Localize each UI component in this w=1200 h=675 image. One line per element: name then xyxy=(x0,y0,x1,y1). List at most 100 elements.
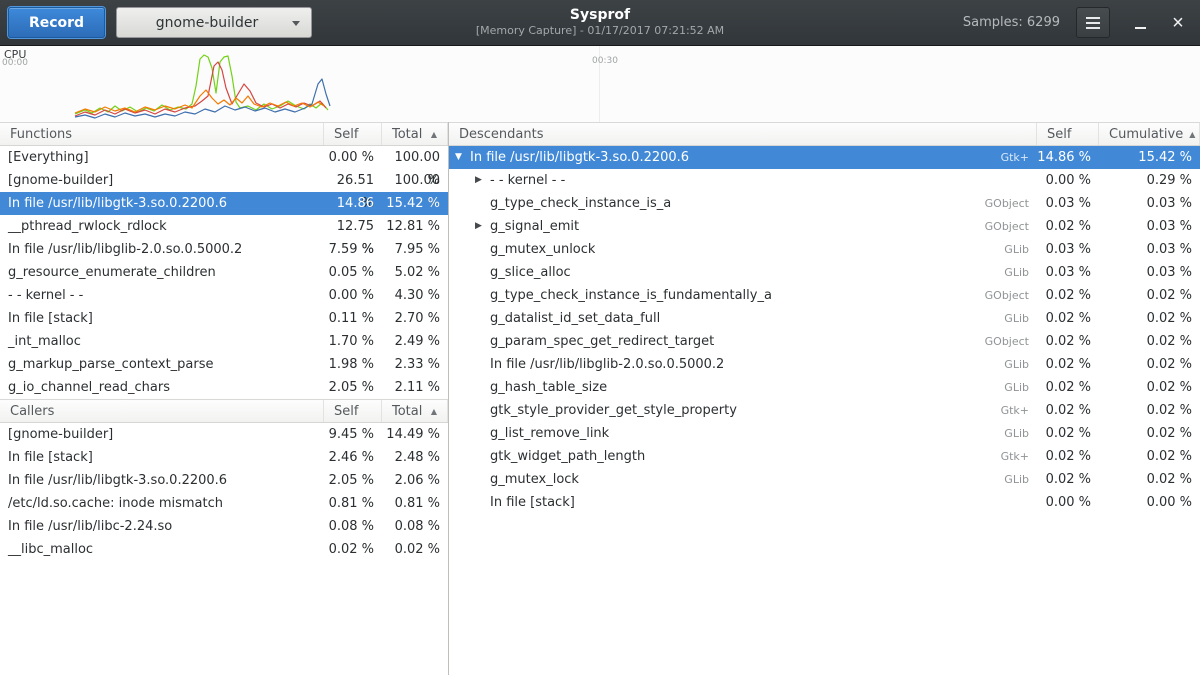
descendants-row[interactable]: gtk_style_provider_get_style_propertyGtk… xyxy=(449,399,1200,422)
callers-row[interactable]: In file /usr/lib/libc-2.24.so0.08 %0.08 … xyxy=(0,515,448,538)
callers-row[interactable]: /etc/ld.so.cache: inode mismatch0.81 %0.… xyxy=(0,492,448,515)
close-icon: × xyxy=(1172,13,1184,33)
functions-row[interactable]: g_io_channel_read_chars2.05 %2.11 % xyxy=(0,376,448,399)
headerbar: Record gnome-builder Sysprof [Memory Cap… xyxy=(0,0,1200,46)
library-badge: GLib xyxy=(994,238,1029,261)
column-header-self[interactable]: Self xyxy=(324,400,382,422)
self-percent: 14.86 % xyxy=(1037,146,1099,169)
functions-row[interactable]: __pthread_rwlock_rdlock12.75 %12.81 % xyxy=(0,215,448,238)
column-header-total[interactable]: Total ▲ xyxy=(382,400,448,422)
right-pane: Descendants Self Cumulative ▲ ▼In file /… xyxy=(449,122,1200,675)
callers-table-header: Callers Self Total ▲ xyxy=(0,399,448,423)
minimize-icon xyxy=(1135,27,1146,29)
close-button[interactable]: × xyxy=(1164,8,1192,38)
total-percent: 2.48 % xyxy=(382,446,448,469)
descendants-row[interactable]: g_mutex_unlockGLib0.03 %0.03 % xyxy=(449,238,1200,261)
cumulative-percent: 0.02 % xyxy=(1099,376,1200,399)
minimize-button[interactable] xyxy=(1126,8,1154,38)
descendants-row[interactable]: In file [stack]0.00 %0.00 % xyxy=(449,491,1200,514)
descendant-name-cell: g_mutex_unlockGLib xyxy=(449,238,1037,261)
functions-row[interactable]: _int_malloc1.70 %2.49 % xyxy=(0,330,448,353)
descendant-name-cell: g_mutex_lockGLib xyxy=(449,468,1037,491)
descendants-row[interactable]: g_param_spec_get_redirect_targetGObject 0… xyxy=(449,330,1200,353)
self-percent: 0.02 % xyxy=(1037,445,1099,468)
cpu-timeline[interactable]: CPU 00:00 00:30 xyxy=(0,46,1200,122)
time-label-mid: 00:30 xyxy=(592,56,618,66)
column-header-callers[interactable]: Callers xyxy=(0,400,324,422)
descendants-row[interactable]: ▼In file /usr/lib/libgtk-3.so.0.2200.6Gt… xyxy=(449,146,1200,169)
expander-closed-icon[interactable]: ▶ xyxy=(475,169,490,192)
library-badge: GLib xyxy=(994,376,1029,399)
total-percent: 14.49 % xyxy=(382,423,448,446)
descendant-name-cell: gtk_style_provider_get_style_propertyGtk… xyxy=(449,399,1037,422)
function-name: In file /usr/lib/libglib-2.0.so.0.5000.2 xyxy=(490,353,724,376)
descendant-name-cell: g_param_spec_get_redirect_targetGObject xyxy=(449,330,1037,353)
column-header-cumulative[interactable]: Cumulative ▲ xyxy=(1099,123,1200,145)
descendants-row[interactable]: ▶- - kernel - -0.00 %0.29 % xyxy=(449,169,1200,192)
expander-closed-icon[interactable]: ▶ xyxy=(475,215,490,238)
function-name: In file /usr/lib/libgtk-3.so.0.2200.6 xyxy=(0,469,324,492)
descendants-row[interactable]: g_type_check_instance_is_aGObject0.03 %0… xyxy=(449,192,1200,215)
profile-panes: Functions Self Total ▲ [Everything]0.00 … xyxy=(0,122,1200,675)
functions-row[interactable]: In file [stack]0.11 %2.70 % xyxy=(0,307,448,330)
function-name: g_resource_enumerate_children xyxy=(0,261,324,284)
self-percent: 9.45 % xyxy=(324,423,382,446)
cumulative-percent: 0.02 % xyxy=(1099,445,1200,468)
total-percent: 100.00 % xyxy=(382,146,448,169)
column-header-functions[interactable]: Functions xyxy=(0,123,324,145)
sort-indicator-icon: ▲ xyxy=(1189,130,1195,139)
total-percent: 2.06 % xyxy=(382,469,448,492)
descendant-name-cell: ▼In file /usr/lib/libgtk-3.so.0.2200.6Gt… xyxy=(449,146,1037,169)
self-percent: 0.00 % xyxy=(1037,169,1099,192)
cumulative-percent: 0.29 % xyxy=(1099,169,1200,192)
descendants-row[interactable]: g_slice_allocGLib0.03 %0.03 % xyxy=(449,261,1200,284)
functions-row[interactable]: - - kernel - -0.00 %4.30 % xyxy=(0,284,448,307)
column-header-total-label: Total xyxy=(392,127,422,142)
self-percent: 0.00 % xyxy=(324,284,382,307)
self-percent: 26.51 % xyxy=(324,169,382,192)
process-selector-dropdown[interactable]: gnome-builder xyxy=(116,7,312,38)
functions-row[interactable]: In file /usr/lib/libglib-2.0.so.0.5000.2… xyxy=(0,238,448,261)
functions-row[interactable]: [Everything]0.00 %100.00 % xyxy=(0,146,448,169)
descendants-row[interactable]: g_list_remove_linkGLib0.02 %0.02 % xyxy=(449,422,1200,445)
total-percent: 2.49 % xyxy=(382,330,448,353)
descendants-row[interactable]: In file /usr/lib/libglib-2.0.so.0.5000.2… xyxy=(449,353,1200,376)
self-percent: 0.02 % xyxy=(1037,468,1099,491)
self-percent: 0.02 % xyxy=(1037,353,1099,376)
functions-row[interactable]: [gnome-builder]26.51 %100.00 % xyxy=(0,169,448,192)
functions-row[interactable]: In file /usr/lib/libgtk-3.so.0.2200.614.… xyxy=(0,192,448,215)
callers-row[interactable]: In file /usr/lib/libgtk-3.so.0.2200.6 2.0… xyxy=(0,469,448,492)
column-header-self[interactable]: Self xyxy=(324,123,382,145)
left-pane-empty-area xyxy=(0,561,448,675)
library-badge: Gtk+ xyxy=(991,399,1029,422)
self-percent: 1.98 % xyxy=(324,353,382,376)
expander-open-icon[interactable]: ▼ xyxy=(455,146,470,169)
self-percent: 0.03 % xyxy=(1037,261,1099,284)
column-header-total[interactable]: Total ▲ xyxy=(382,123,448,145)
functions-row[interactable]: g_resource_enumerate_children0.05 %5.02 … xyxy=(0,261,448,284)
window-subtitle: [Memory Capture] - 01/17/2017 07:21:52 A… xyxy=(476,24,724,38)
callers-row[interactable]: [gnome-builder]9.45 %14.49 % xyxy=(0,423,448,446)
self-percent: 2.05 % xyxy=(324,376,382,399)
function-name: g_signal_emit xyxy=(490,215,579,238)
descendants-row[interactable]: ▶g_signal_emitGObject0.02 %0.03 % xyxy=(449,215,1200,238)
descendants-row[interactable]: g_mutex_lockGLib0.02 %0.02 % xyxy=(449,468,1200,491)
column-header-descendants[interactable]: Descendants xyxy=(449,123,1037,145)
function-name: g_hash_table_size xyxy=(490,376,607,399)
column-header-self[interactable]: Self xyxy=(1037,123,1099,145)
callers-row[interactable]: In file [stack]2.46 %2.48 % xyxy=(0,446,448,469)
record-button[interactable]: Record xyxy=(8,7,105,38)
callers-row[interactable]: __libc_malloc0.02 %0.02 % xyxy=(0,538,448,561)
functions-row[interactable]: g_markup_parse_context_parse1.98 %2.33 % xyxy=(0,353,448,376)
library-badge: GLib xyxy=(994,307,1029,330)
self-percent: 7.59 % xyxy=(324,238,382,261)
descendant-name-cell: g_hash_table_size GLib xyxy=(449,376,1037,399)
descendants-row[interactable]: g_hash_table_sizeGLib0.02 %0.02 % xyxy=(449,376,1200,399)
window-title: Sysprof xyxy=(476,7,724,24)
descendants-row[interactable]: g_type_check_instance_is_fundamentally_a… xyxy=(449,284,1200,307)
descendants-row[interactable]: gtk_widget_path_lengthGtk+0.02 %0.02 % xyxy=(449,445,1200,468)
menu-button[interactable] xyxy=(1076,7,1110,38)
descendants-row[interactable]: g_datalist_id_set_data_fullGLib0.02 %0.0… xyxy=(449,307,1200,330)
descendant-name-cell: ▶- - kernel - - xyxy=(449,169,1037,192)
cumulative-percent: 0.02 % xyxy=(1099,330,1200,353)
